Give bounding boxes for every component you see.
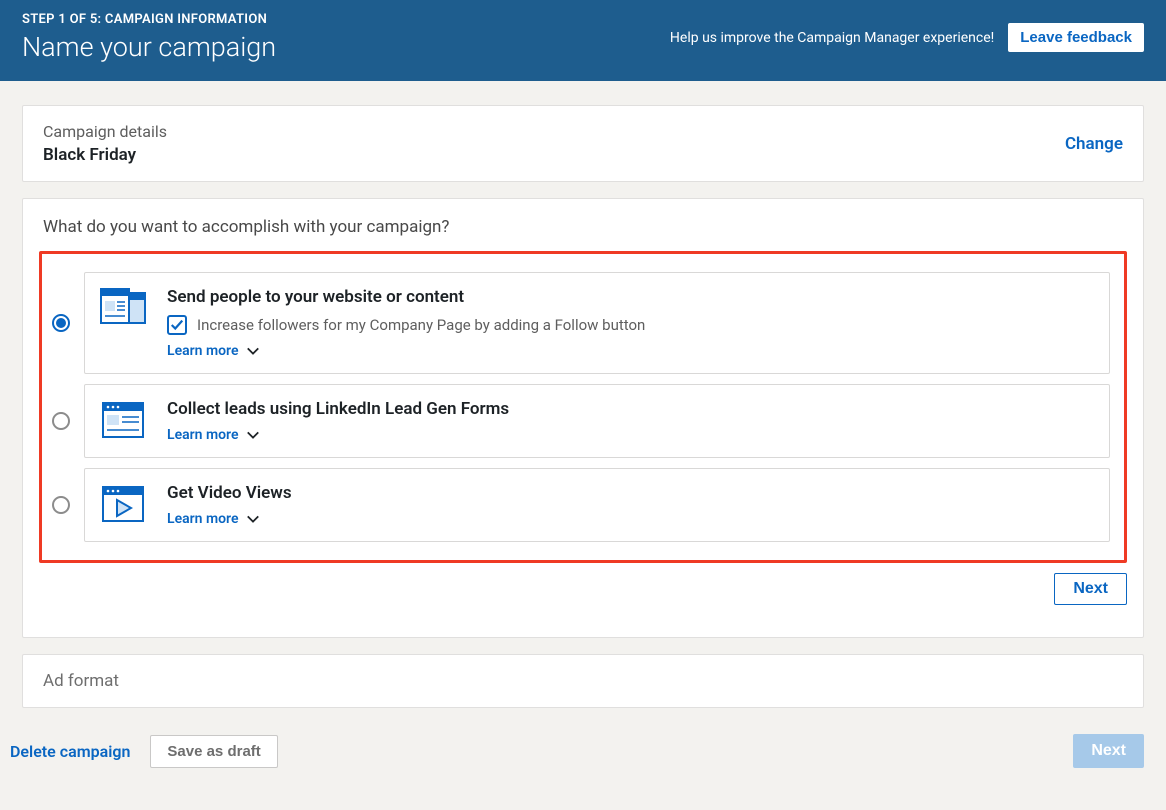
objective-row: Collect leads using LinkedIn Lead Gen Fo… [46, 384, 1110, 458]
page-title: Name your campaign [22, 31, 276, 63]
page-footer: Delete campaign Save as draft Next [0, 724, 1166, 768]
objectives-highlight: Send people to your website or content I… [39, 251, 1127, 563]
improve-text: Help us improve the Campaign Manager exp… [670, 30, 994, 46]
campaign-details-card: Campaign details Black Friday Change [22, 105, 1144, 182]
website-icon [99, 287, 147, 331]
page-header: STEP 1 OF 5: CAMPAIGN INFORMATION Name y… [0, 0, 1166, 81]
leave-feedback-button[interactable]: Leave feedback [1008, 23, 1144, 52]
ad-format-card: Ad format [22, 654, 1144, 708]
header-right: Help us improve the Campaign Manager exp… [670, 23, 1144, 52]
objective-radio-website[interactable] [52, 314, 70, 332]
follow-checkbox-label: Increase followers for my Company Page b… [197, 316, 645, 334]
follow-checkbox[interactable] [167, 315, 187, 335]
learn-more-link[interactable]: Learn more [167, 427, 509, 443]
objective-row: Get Video Views Learn more [46, 468, 1110, 542]
follow-checkbox-row: Increase followers for my Company Page b… [167, 315, 645, 335]
step-indicator: STEP 1 OF 5: CAMPAIGN INFORMATION [22, 12, 276, 27]
objective-card-website[interactable]: Send people to your website or content I… [84, 272, 1110, 374]
learn-more-text: Learn more [167, 343, 238, 359]
objective-title: Send people to your website or content [167, 287, 645, 307]
objective-row: Send people to your website or content I… [46, 272, 1110, 374]
header-left: STEP 1 OF 5: CAMPAIGN INFORMATION Name y… [22, 12, 276, 63]
check-icon [170, 318, 184, 332]
learn-more-text: Learn more [167, 427, 238, 443]
footer-next-button[interactable]: Next [1073, 734, 1144, 768]
campaign-name: Black Friday [43, 145, 167, 165]
save-as-draft-button[interactable]: Save as draft [150, 735, 277, 768]
chevron-down-icon [246, 512, 260, 526]
objectives-next-button[interactable]: Next [1054, 573, 1127, 605]
learn-more-link[interactable]: Learn more [167, 511, 292, 527]
objective-title: Get Video Views [167, 483, 292, 503]
objectives-question: What do you want to accomplish with your… [43, 217, 1127, 237]
change-link[interactable]: Change [1065, 134, 1123, 154]
objective-card-video[interactable]: Get Video Views Learn more [84, 468, 1110, 542]
objective-radio-video[interactable] [52, 496, 70, 514]
objective-card-leads[interactable]: Collect leads using LinkedIn Lead Gen Fo… [84, 384, 1110, 458]
learn-more-text: Learn more [167, 511, 238, 527]
objective-title: Collect leads using LinkedIn Lead Gen Fo… [167, 399, 509, 419]
objective-radio-leads[interactable] [52, 412, 70, 430]
leads-icon [99, 399, 147, 443]
delete-campaign-link[interactable]: Delete campaign [10, 742, 130, 761]
objectives-card: What do you want to accomplish with your… [22, 198, 1144, 638]
chevron-down-icon [246, 344, 260, 358]
chevron-down-icon [246, 428, 260, 442]
video-icon [99, 483, 147, 527]
campaign-details-label: Campaign details [43, 122, 167, 141]
learn-more-link[interactable]: Learn more [167, 343, 645, 359]
